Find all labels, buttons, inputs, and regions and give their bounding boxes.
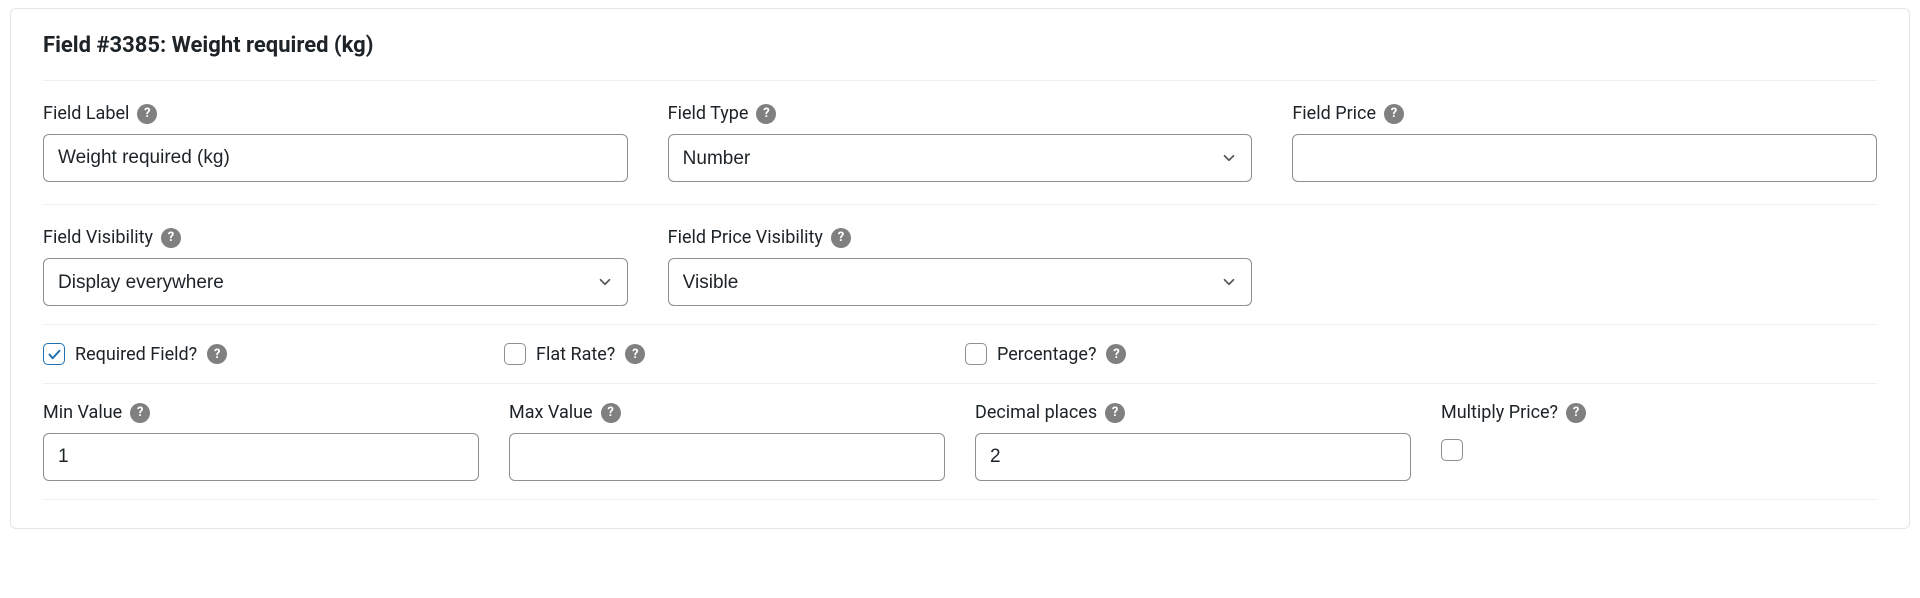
flat-rate-group: Flat Rate? ? bbox=[504, 343, 955, 365]
help-icon[interactable]: ? bbox=[601, 403, 621, 423]
col-decimal-places: Decimal places ? bbox=[975, 402, 1411, 481]
col-multiply-price: Multiply Price? ? bbox=[1441, 402, 1877, 481]
help-icon[interactable]: ? bbox=[1566, 403, 1586, 423]
decimal-places-input[interactable] bbox=[975, 433, 1411, 481]
row-number-opts: Min Value ? Max Value ? Decimal places ?… bbox=[43, 402, 1877, 481]
percentage-checkbox[interactable] bbox=[965, 343, 987, 365]
divider bbox=[43, 383, 1877, 384]
panel-title: Field #3385: Weight required (kg) bbox=[43, 33, 1877, 58]
flags-spacer bbox=[1426, 343, 1877, 365]
label-text: Field Type bbox=[668, 103, 749, 124]
divider bbox=[43, 324, 1877, 325]
label-min-value: Min Value ? bbox=[43, 402, 479, 423]
label-decimal-places: Decimal places ? bbox=[975, 402, 1411, 423]
divider bbox=[43, 499, 1877, 500]
label-field-type: Field Type ? bbox=[668, 103, 1253, 124]
help-icon[interactable]: ? bbox=[1106, 344, 1126, 364]
field-price-input[interactable] bbox=[1292, 134, 1877, 182]
col-field-label: Field Label ? bbox=[43, 103, 628, 182]
help-icon[interactable]: ? bbox=[1105, 403, 1125, 423]
field-visibility-select[interactable]: Display everywhere bbox=[43, 258, 628, 306]
label-text: Field Price bbox=[1292, 103, 1376, 124]
label-text: Multiply Price? bbox=[1441, 402, 1558, 423]
help-icon[interactable]: ? bbox=[625, 344, 645, 364]
col-max-value: Max Value ? bbox=[509, 402, 945, 481]
required-field-checkbox[interactable] bbox=[43, 343, 65, 365]
row-flags: Required Field? ? Flat Rate? ? Percentag… bbox=[43, 343, 1877, 365]
label-text: Decimal places bbox=[975, 402, 1097, 423]
row-visibility: Field Visibility ? Display everywhere Fi… bbox=[43, 227, 1877, 306]
flat-rate-checkbox[interactable] bbox=[504, 343, 526, 365]
help-icon[interactable]: ? bbox=[137, 104, 157, 124]
help-icon[interactable]: ? bbox=[207, 344, 227, 364]
help-icon[interactable]: ? bbox=[756, 104, 776, 124]
min-value-input[interactable] bbox=[43, 433, 479, 481]
field-type-select-wrap: Number bbox=[668, 134, 1253, 182]
col-field-type: Field Type ? Number bbox=[668, 103, 1253, 182]
label-field-price: Field Price ? bbox=[1292, 103, 1877, 124]
field-label-input[interactable] bbox=[43, 134, 628, 182]
label-text: Field Visibility bbox=[43, 227, 153, 248]
label-text: Field Price Visibility bbox=[668, 227, 823, 248]
label-field-visibility: Field Visibility ? bbox=[43, 227, 628, 248]
help-icon[interactable]: ? bbox=[831, 228, 851, 248]
row-basic: Field Label ? Field Type ? Number Field … bbox=[43, 103, 1877, 182]
field-type-select[interactable]: Number bbox=[668, 134, 1253, 182]
help-icon[interactable]: ? bbox=[1384, 104, 1404, 124]
multiply-price-checkbox[interactable] bbox=[1441, 439, 1463, 461]
help-icon[interactable]: ? bbox=[161, 228, 181, 248]
col-spacer bbox=[1292, 227, 1877, 306]
field-visibility-select-wrap: Display everywhere bbox=[43, 258, 628, 306]
col-field-price: Field Price ? bbox=[1292, 103, 1877, 182]
label-text: Min Value bbox=[43, 402, 122, 423]
label-field-label: Field Label ? bbox=[43, 103, 628, 124]
help-icon[interactable]: ? bbox=[130, 403, 150, 423]
flat-rate-label: Flat Rate? bbox=[536, 344, 615, 365]
col-field-price-visibility: Field Price Visibility ? Visible bbox=[668, 227, 1253, 306]
label-text: Max Value bbox=[509, 402, 593, 423]
field-price-visibility-select[interactable]: Visible bbox=[668, 258, 1253, 306]
label-text: Field Label bbox=[43, 103, 129, 124]
field-price-visibility-select-wrap: Visible bbox=[668, 258, 1253, 306]
label-multiply-price: Multiply Price? ? bbox=[1441, 402, 1877, 423]
percentage-group: Percentage? ? bbox=[965, 343, 1416, 365]
label-max-value: Max Value ? bbox=[509, 402, 945, 423]
label-field-price-visibility: Field Price Visibility ? bbox=[668, 227, 1253, 248]
required-field-label: Required Field? bbox=[75, 344, 197, 365]
percentage-label: Percentage? bbox=[997, 344, 1096, 365]
field-settings-panel: Field #3385: Weight required (kg) Field … bbox=[10, 8, 1910, 529]
divider bbox=[43, 204, 1877, 205]
divider bbox=[43, 80, 1877, 81]
required-field-group: Required Field? ? bbox=[43, 343, 494, 365]
col-field-visibility: Field Visibility ? Display everywhere bbox=[43, 227, 628, 306]
max-value-input[interactable] bbox=[509, 433, 945, 481]
col-min-value: Min Value ? bbox=[43, 402, 479, 481]
